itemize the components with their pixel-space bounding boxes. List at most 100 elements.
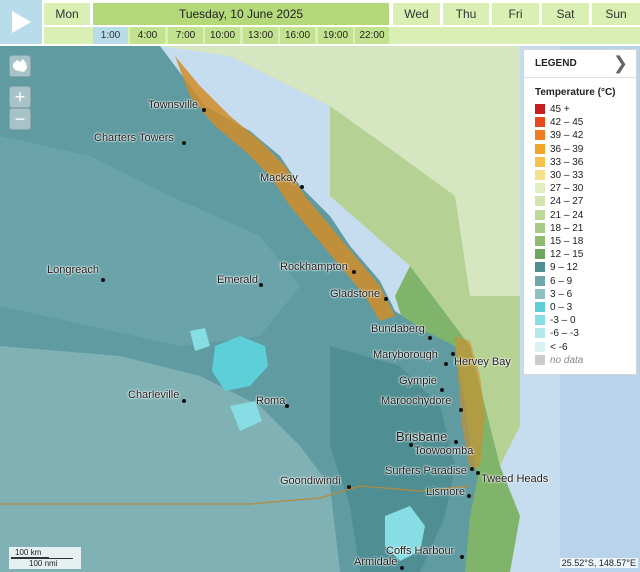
legend-label: 15 – 18 xyxy=(550,236,584,247)
city-dot xyxy=(451,352,455,356)
legend-swatch xyxy=(535,117,545,128)
chevron-right-icon[interactable]: ❯ xyxy=(613,53,628,74)
legend-swatch xyxy=(535,354,545,365)
city-dot xyxy=(347,485,351,489)
legend-label: no data xyxy=(550,354,584,366)
city-dot xyxy=(444,362,448,366)
city-label: Townsville xyxy=(148,99,199,111)
legend-swatch xyxy=(535,130,545,141)
city-dot xyxy=(459,408,463,412)
legend-swatch xyxy=(535,236,545,246)
legend-label: 0 – 3 xyxy=(550,302,573,313)
legend-label: 6 – 9 xyxy=(550,275,573,287)
city-label: Bundaberg xyxy=(371,323,425,335)
city-dot xyxy=(428,336,432,340)
city-dot xyxy=(454,440,458,444)
city-label: Surfers Paradise xyxy=(385,465,467,477)
scale-bar: 100 km 100 nmi xyxy=(9,547,81,569)
home-view-button[interactable] xyxy=(9,55,31,77)
legend-label: 39 – 42 xyxy=(550,130,584,142)
time-2200[interactable]: 22:00 xyxy=(355,27,389,44)
legend-swatch xyxy=(535,104,545,114)
legend-subtitle: Temperature (°C) xyxy=(535,87,616,98)
legend-swatch xyxy=(535,222,545,233)
city-dot xyxy=(467,494,471,498)
day-fri[interactable]: Fri xyxy=(492,3,539,25)
australia-icon xyxy=(13,59,27,72)
legend-label: 30 – 33 xyxy=(550,170,584,181)
legend-swatch xyxy=(535,262,545,273)
play-icon xyxy=(12,11,31,33)
time-0100[interactable]: 1:00 xyxy=(93,27,128,44)
city-dot xyxy=(409,443,413,447)
time-1900[interactable]: 19:00 xyxy=(318,27,353,44)
legend-title: LEGEND xyxy=(535,58,577,69)
time-1000[interactable]: 10:00 xyxy=(205,27,240,44)
city-dot xyxy=(202,108,206,112)
legend-panel: LEGEND ❯ Temperature (°C) 45 + 42 – 45 39 … xyxy=(523,49,637,375)
legend-label: 24 – 27 xyxy=(550,196,584,208)
city-dot xyxy=(182,399,186,403)
city-dot xyxy=(400,566,404,570)
city-label: Gladstone xyxy=(330,288,381,300)
city-dot xyxy=(101,278,105,282)
day-mon[interactable]: Mon xyxy=(44,3,90,25)
legend-label: 33 – 36 xyxy=(550,156,584,168)
legend-swatch xyxy=(535,275,545,286)
city-label: Maryborough xyxy=(373,349,438,361)
city-dot xyxy=(460,555,464,559)
time-1600[interactable]: 16:00 xyxy=(280,27,315,44)
legend-swatch xyxy=(535,143,545,154)
city-dot xyxy=(285,404,289,408)
city-label: Charters Towers xyxy=(94,132,174,144)
legend-label: -3 – 0 xyxy=(550,315,576,327)
legend-swatch xyxy=(535,315,545,326)
city-label: Hervey Bay xyxy=(454,356,511,368)
city-label: Toowoomba xyxy=(414,445,474,457)
legend-label: 36 – 39 xyxy=(550,143,584,155)
city-label: Longreach xyxy=(47,264,99,276)
legend-label: 9 – 12 xyxy=(550,262,578,274)
legend-label: 27 – 30 xyxy=(550,183,584,195)
timeline-bar: Mon Tuesday, 10 June 2025 Wed Thu Fri Sa… xyxy=(0,0,640,46)
legend-header[interactable]: LEGEND ❯ xyxy=(524,50,636,78)
time-0700[interactable]: 7:00 xyxy=(168,27,203,44)
time-0400[interactable]: 4:00 xyxy=(130,27,165,44)
city-label: Maroochydore xyxy=(381,395,452,407)
day-sun[interactable]: Sun xyxy=(592,3,640,25)
day-tue[interactable]: Tuesday, 10 June 2025 xyxy=(93,3,389,25)
city-dot xyxy=(352,270,356,274)
city-dot xyxy=(259,283,263,287)
legend-swatch xyxy=(535,341,545,352)
day-thu[interactable]: Thu xyxy=(443,3,489,25)
cursor-coordinates: 25.52°S, 148.57°E xyxy=(559,558,638,568)
scale-km: 100 km xyxy=(15,548,42,557)
city-dot xyxy=(476,471,480,475)
city-label: Mackay xyxy=(260,172,298,184)
city-dot xyxy=(182,141,186,145)
legend-swatch xyxy=(535,183,545,194)
city-label: Tweed Heads xyxy=(481,473,549,485)
city-dot xyxy=(300,185,304,189)
city-label: Armidale xyxy=(354,556,398,568)
legend-swatch xyxy=(535,170,545,180)
play-button[interactable] xyxy=(0,0,42,44)
city-label: Brisbane xyxy=(396,429,448,444)
legend-swatch xyxy=(535,288,545,299)
legend-label: 21 – 24 xyxy=(550,209,584,221)
time-1300[interactable]: 13:00 xyxy=(243,27,278,44)
city-label: Goondiwindi xyxy=(280,475,341,487)
day-wed[interactable]: Wed xyxy=(393,3,440,25)
legend-swatch xyxy=(535,196,545,207)
legend-swatch xyxy=(535,249,545,260)
day-sat[interactable]: Sat xyxy=(542,3,589,25)
legend-swatch xyxy=(535,302,545,312)
legend-label: < -6 xyxy=(550,341,568,353)
legend-label: -6 – -3 xyxy=(550,328,579,340)
legend-swatch xyxy=(535,209,545,220)
city-dot xyxy=(470,467,474,471)
city-label: Emerald xyxy=(217,274,258,286)
zoom-out-button[interactable]: − xyxy=(9,108,31,130)
zoom-in-button[interactable]: + xyxy=(9,86,31,108)
city-dot xyxy=(384,297,388,301)
